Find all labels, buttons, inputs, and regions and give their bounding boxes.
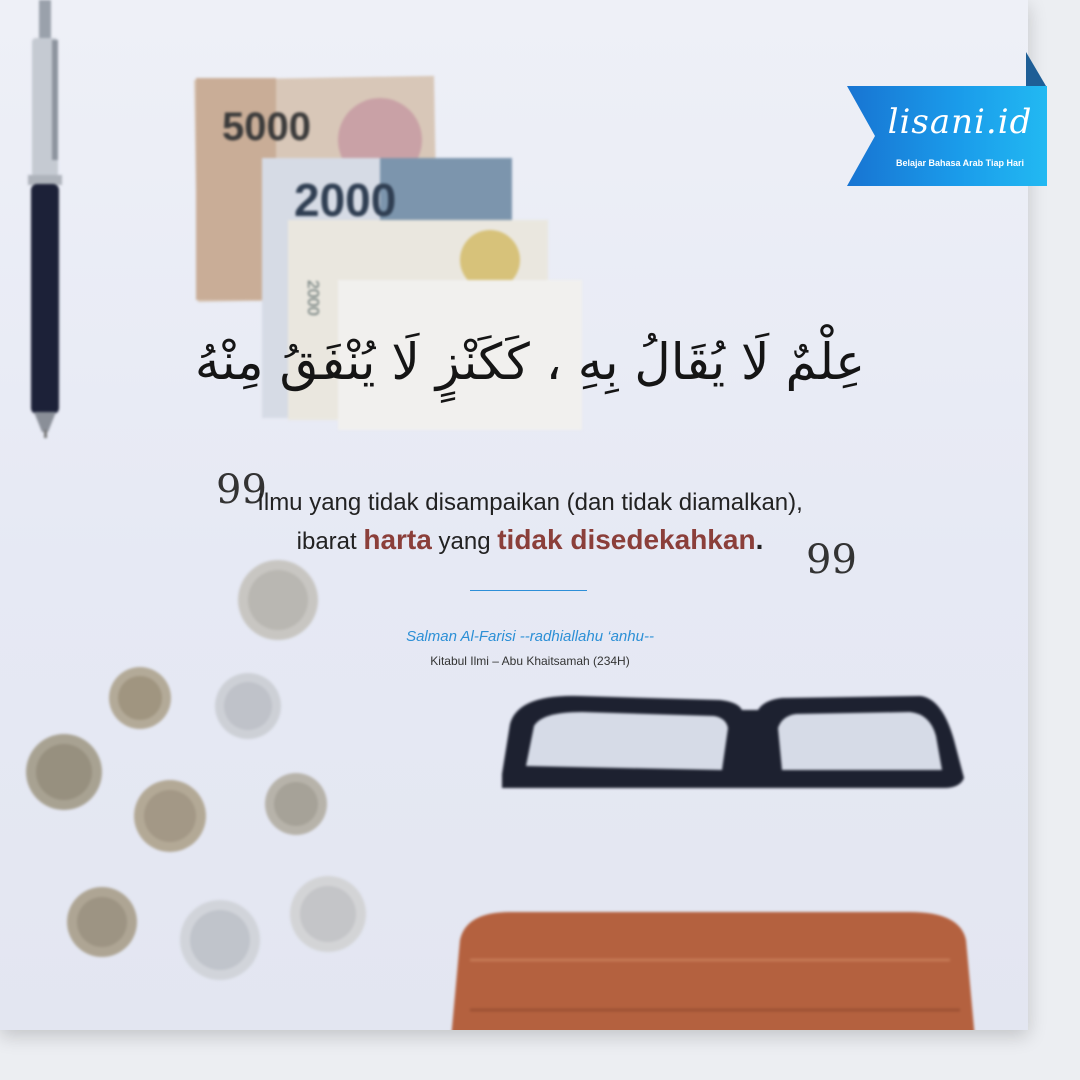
banknote-2000-b: 2000 <box>304 280 321 316</box>
translation-prefix: ibarat <box>296 528 357 555</box>
highlight-tidak-disedekahkan: tidak disedekahkan <box>497 524 756 555</box>
brand-tagline: Belajar Bahasa Arab Tiap Hari <box>895 158 1025 168</box>
arabic-quote: عِلْمٌ لَا يُقَالُ بِهِ ، كَكَنْزٍ لَا ي… <box>194 333 866 391</box>
glasses-image <box>502 695 964 788</box>
brand-logo: lisani.id <box>887 102 1033 142</box>
coins-image <box>26 560 366 980</box>
divider-line <box>470 590 587 591</box>
highlight-harta: harta <box>363 524 432 555</box>
quote-card: 5000 2000 2000 عِلْمٌ لَا يُقَالُ بِهِ ،… <box>0 0 1080 1080</box>
translation-middle: yang <box>438 528 491 555</box>
banknote-2000-a: 2000 <box>294 174 396 226</box>
wallet-image <box>451 912 975 1030</box>
banknote-5000: 5000 <box>222 105 311 149</box>
translation-end: . <box>755 524 764 555</box>
pen-icon <box>28 0 62 438</box>
translation-line-1: Ilmu yang tidak disampaikan (dan tidak d… <box>257 489 803 516</box>
source-citation: Kitabul Ilmi – Abu Khaitsamah (234H) <box>430 654 630 668</box>
translation-block: Ilmu yang tidak disampaikan (dan tidak d… <box>210 486 850 562</box>
badge-fold <box>1026 52 1046 86</box>
translation-line-2: ibarat harta yang tidak disedekahkan. <box>210 520 850 562</box>
author-name: Salman Al-Farisi --radhiallahu ‘anhu-- <box>406 628 654 645</box>
